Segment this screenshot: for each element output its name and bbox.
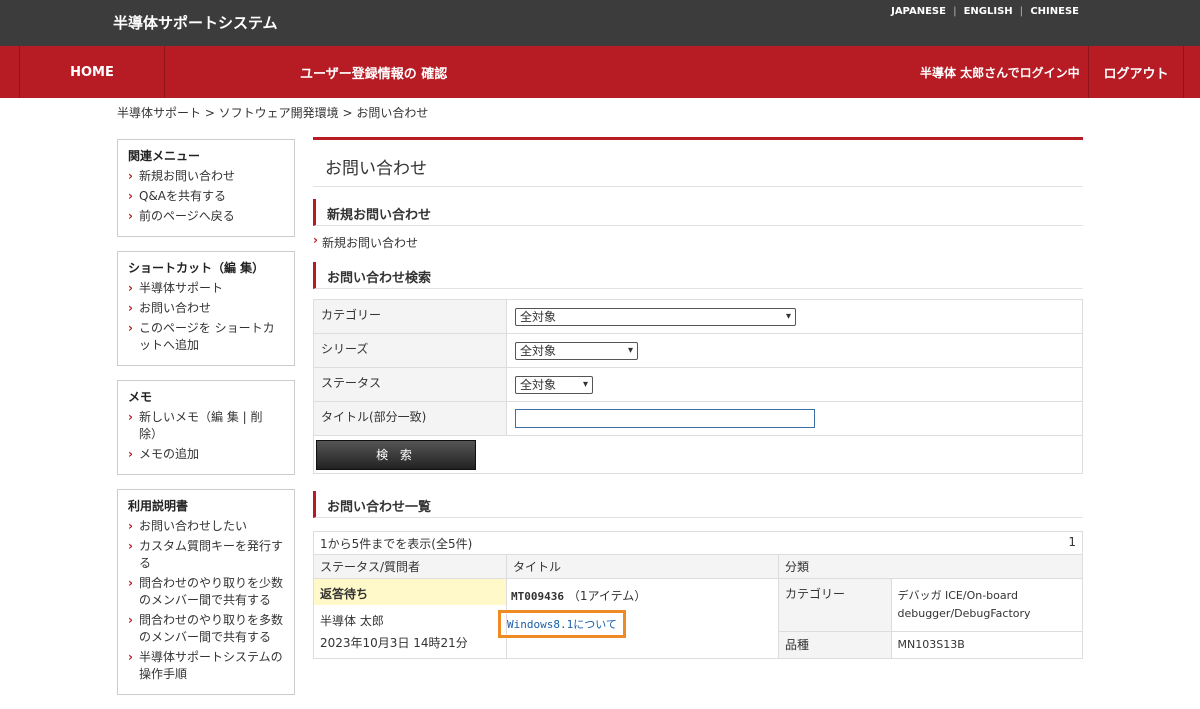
category-label: カテゴリー bbox=[313, 299, 507, 334]
new-inquiry-link[interactable]: 新規お問い合わせ bbox=[313, 226, 1083, 250]
memo-new[interactable]: 新しいメモ（編 集 | 削 除） bbox=[128, 409, 284, 443]
memo-title: メモ bbox=[128, 390, 153, 404]
login-status: 半導体 太郎さんでログイン中 bbox=[920, 65, 1080, 80]
related-menu: 関連メニュー 新規お問い合わせ Q&Aを共有する 前のページへ戻る bbox=[117, 139, 295, 237]
class-product-label: 品種 bbox=[779, 631, 892, 658]
main-nav: HOME ユーザー登録情報の 確認 半導体 太郎さんでログイン中 ログアウト bbox=[0, 46, 1200, 98]
category-select-value: 全対象 bbox=[520, 310, 557, 324]
language-switcher: JAPANESE | ENGLISH | CHINESE bbox=[884, 6, 1086, 17]
class-category-value: デバッガ ICE/On-board debugger/DebugFactory bbox=[891, 579, 1082, 632]
manual-share-few[interactable]: 問合わせのやり取りを少数のメンバー間で共有する bbox=[128, 575, 284, 609]
list-summary: 1から5件までを表示(全5件) 1 bbox=[313, 531, 1083, 555]
memo-menu: メモ 新しいメモ（編 集 | 削 除） メモの追加 bbox=[117, 380, 295, 475]
manual-share-many[interactable]: 問合わせのやり取りを多数のメンバー間で共有する bbox=[128, 612, 284, 646]
shortcut-menu: ショートカット（編 集） 半導体サポート お問い合わせ このページを ショートカ… bbox=[117, 251, 295, 366]
title-input[interactable] bbox=[515, 409, 815, 428]
status-select-value: 全対象 bbox=[520, 378, 557, 392]
item-count: （1アイテム） bbox=[567, 589, 647, 603]
series-select[interactable]: 全対象 ▾ bbox=[515, 341, 638, 360]
lang-japanese[interactable]: JAPANESE bbox=[884, 6, 953, 17]
lang-english[interactable]: ENGLISH bbox=[957, 6, 1020, 17]
breadcrumb[interactable]: 半導体サポート > ソフトウェア開発環境 > お問い合わせ bbox=[117, 104, 428, 121]
shortcut-inquiry[interactable]: お問い合わせ bbox=[128, 300, 284, 317]
manual-title: 利用説明書 bbox=[128, 499, 189, 513]
inquiry-title-link[interactable]: Windows8.1について bbox=[498, 610, 626, 638]
manual-menu: 利用説明書 お問い合わせしたい カスタム質問キーを発行する 問合わせのやり取りを… bbox=[117, 489, 295, 695]
series-label: シリーズ bbox=[313, 333, 507, 368]
shortcut-semiconductor-support[interactable]: 半導体サポート bbox=[128, 280, 284, 297]
nav-home[interactable]: HOME bbox=[19, 46, 165, 98]
new-inquiry-section-title: 新規お問い合わせ bbox=[313, 199, 1083, 226]
manual-custom-key[interactable]: カスタム質問キーを発行する bbox=[128, 538, 284, 572]
chevron-down-icon: ▾ bbox=[627, 345, 633, 356]
related-back[interactable]: 前のページへ戻る bbox=[128, 208, 284, 225]
inquiry-date: 2023年10月3日 14時21分 bbox=[320, 636, 468, 650]
chevron-down-icon: ▾ bbox=[582, 379, 588, 390]
lang-chinese[interactable]: CHINESE bbox=[1023, 6, 1086, 17]
col-title: タイトル bbox=[506, 554, 779, 579]
page-title-bar: お問い合わせ bbox=[313, 137, 1083, 187]
main-content: お問い合わせ 新規お問い合わせ 新規お問い合わせ お問い合わせ検索 カテゴリー … bbox=[313, 137, 1083, 659]
search-section-title: お問い合わせ検索 bbox=[313, 262, 1083, 289]
list-summary-text: 1から5件までを表示(全5件) bbox=[320, 536, 473, 551]
asker-name: 半導体 太郎 bbox=[320, 614, 384, 628]
class-product-value: MN103S13B bbox=[897, 638, 965, 652]
status-badge: 返答待ち bbox=[314, 579, 506, 605]
shortcut-add-page[interactable]: このページを ショートカットへ追加 bbox=[128, 320, 284, 354]
related-new-inquiry[interactable]: 新規お問い合わせ bbox=[128, 168, 284, 185]
nav-user-info-confirm[interactable]: ユーザー登録情報の 確認 bbox=[300, 46, 447, 98]
manual-operation[interactable]: 半導体サポートシステムの操作手順 bbox=[128, 649, 284, 683]
page-title: お問い合わせ bbox=[325, 159, 427, 179]
memo-add[interactable]: メモの追加 bbox=[128, 446, 284, 463]
top-bar: 半導体サポートシステム JAPANESE | ENGLISH | CHINESE bbox=[0, 0, 1200, 46]
status-label: ステータス bbox=[313, 367, 507, 402]
manual-inquiry[interactable]: お問い合わせしたい bbox=[128, 518, 284, 535]
sidebar: 関連メニュー 新規お問い合わせ Q&Aを共有する 前のページへ戻る ショートカッ… bbox=[117, 139, 295, 709]
ticket-id: MT009436 bbox=[511, 590, 564, 603]
site-title[interactable]: 半導体サポートシステム bbox=[113, 12, 278, 33]
title-label: タイトル(部分一致) bbox=[313, 401, 507, 436]
shortcut-title[interactable]: ショートカット（編 集） bbox=[128, 259, 284, 276]
logout-button[interactable]: ログアウト bbox=[1088, 46, 1184, 98]
status-select[interactable]: 全対象 ▾ bbox=[515, 375, 593, 394]
col-status-asker: ステータス/質問者 bbox=[313, 554, 507, 579]
chevron-down-icon: ▾ bbox=[785, 311, 791, 322]
related-share-qa[interactable]: Q&Aを共有する bbox=[128, 188, 284, 205]
class-category-label: カテゴリー bbox=[779, 579, 892, 632]
list-section-title: お問い合わせ一覧 bbox=[313, 491, 1083, 518]
search-button[interactable]: 検 索 bbox=[316, 439, 476, 470]
search-form: カテゴリー 全対象 ▾ シリーズ 全対象 ▾ ステータス 全対象 ▾ タイトル(… bbox=[313, 299, 1083, 474]
series-select-value: 全対象 bbox=[520, 344, 557, 358]
related-menu-title: 関連メニュー bbox=[128, 149, 201, 163]
inquiry-list: 1から5件までを表示(全5件) 1 ステータス/質問者 タイトル 分類 返答待ち… bbox=[313, 531, 1083, 659]
category-select[interactable]: 全対象 ▾ bbox=[515, 307, 796, 326]
table-row: 返答待ち 半導体 太郎 2023年10月3日 14時21分 MT009436 （… bbox=[313, 578, 1083, 659]
col-classification: 分類 bbox=[778, 554, 1083, 579]
page-number[interactable]: 1 bbox=[1068, 535, 1076, 549]
